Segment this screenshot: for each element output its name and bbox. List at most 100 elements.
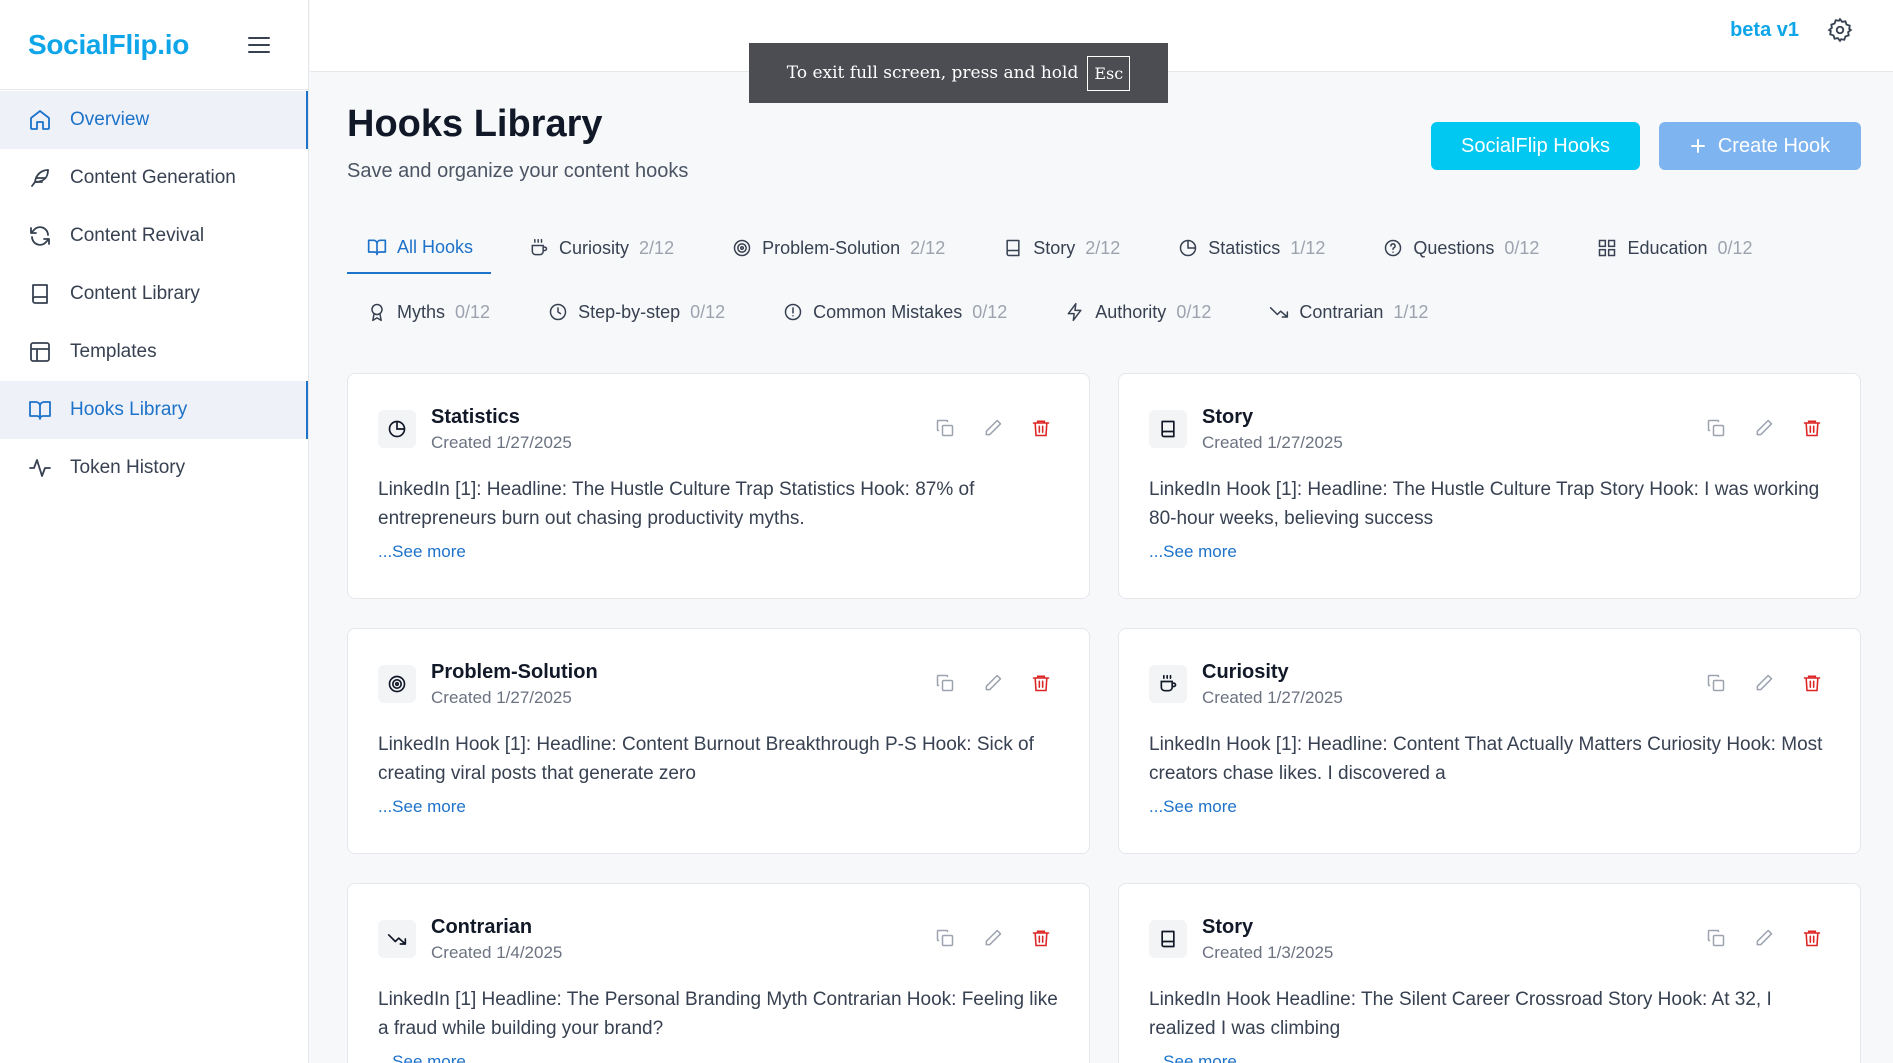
activity-icon [28,456,52,480]
tab-statistics[interactable]: Statistics 1/12 [1178,222,1325,274]
sidebar-item-label: Overview [70,109,150,130]
book-icon [1003,238,1023,258]
tab-step-by-step[interactable]: Step-by-step 0/12 [548,286,725,338]
tab-label: Common Mistakes [813,301,963,322]
edit-pencil-icon[interactable] [1754,673,1774,693]
sidebar-item-label: Templates [70,341,157,362]
delete-trash-icon[interactable] [1031,928,1051,948]
hook-created-date: Created 1/3/2025 [1202,943,1334,962]
hook-created-date: Created 1/27/2025 [431,433,572,452]
see-more-link[interactable]: ...See more [378,797,466,817]
target-icon [732,238,752,258]
sidebar-item-token-history[interactable]: Token History [0,439,308,497]
coffee-icon [1149,665,1187,703]
hook-type-title: Story [1202,916,1254,938]
tab-all-hooks[interactable]: All Hooks [347,222,492,274]
edit-pencil-icon[interactable] [983,928,1003,948]
gear-icon[interactable] [1827,17,1853,43]
sidebar-item-label: Content Generation [70,167,236,188]
tab-story[interactable]: Story 2/12 [1003,222,1120,274]
target-icon [378,665,416,703]
app-logo[interactable]: SocialFlip.io [28,29,189,61]
tab-common-mistakes[interactable]: Common Mistakes 0/12 [783,286,1007,338]
tab-curiosity[interactable]: Curiosity 2/12 [529,222,674,274]
sidebar-item-overview[interactable]: Overview [0,91,308,149]
hook-text: LinkedIn Hook [1]: Headline: Content Tha… [1149,734,1823,784]
tab-count: 0/12 [1176,301,1212,322]
tab-count: 0/12 [972,301,1008,322]
hook-created-date: Created 1/27/2025 [1202,433,1343,452]
sidebar-item-templates[interactable]: Templates [0,323,308,381]
see-more-link[interactable]: ...See more [1149,797,1237,817]
hook-category-tabs-row-2: Myths 0/12 Step-by-step 0/12 Common Mist… [347,286,1428,338]
see-more-link[interactable]: ...See more [1149,1052,1237,1063]
fullscreen-banner-text: To exit full screen, press and hold [786,63,1079,83]
delete-trash-icon[interactable] [1802,418,1822,438]
hook-text: LinkedIn [1] Headline: The Personal Bran… [378,989,1058,1039]
copy-icon[interactable] [935,928,955,948]
sidebar-item-content-library[interactable]: Content Library [0,265,308,323]
tab-count: 2/12 [910,237,946,258]
tab-education[interactable]: Education 0/12 [1597,222,1753,274]
tab-myths[interactable]: Myths 0/12 [367,286,490,338]
tab-count: 0/12 [1504,237,1540,258]
book-icon [1149,410,1187,448]
tab-count: 0/12 [455,301,491,322]
tab-label: Step-by-step [578,301,681,322]
copy-icon[interactable] [935,673,955,693]
layout-icon [28,340,52,364]
create-hook-button[interactable]: Create Hook [1659,122,1861,170]
trending-down-icon [378,920,416,958]
edit-pencil-icon[interactable] [1754,928,1774,948]
delete-trash-icon[interactable] [1031,673,1051,693]
copy-icon[interactable] [1706,928,1726,948]
see-more-link[interactable]: ...See more [378,542,466,562]
book-icon [28,282,52,306]
tab-contrarian[interactable]: Contrarian 1/12 [1269,286,1428,338]
hook-type-title: Curiosity [1202,661,1289,683]
copy-icon[interactable] [1706,673,1726,693]
sidebar-item-label: Hooks Library [70,399,188,420]
edit-pencil-icon[interactable] [983,673,1003,693]
tab-authority[interactable]: Authority 0/12 [1065,286,1211,338]
hook-text: LinkedIn Hook [1]: Headline: The Hustle … [1149,479,1820,529]
edit-pencil-icon[interactable] [983,418,1003,438]
hook-actions [935,928,1051,948]
hook-type-title: Problem-Solution [431,661,598,683]
edit-pencil-icon[interactable] [1754,418,1774,438]
see-more-link[interactable]: ...See more [378,1052,466,1063]
see-more-link[interactable]: ...See more [1149,542,1237,562]
hook-type-title: Contrarian [431,916,533,938]
create-hook-label: Create Hook [1717,134,1831,157]
open-book-icon [28,398,52,422]
hook-created-date: Created 1/4/2025 [431,943,563,962]
hook-actions [1706,418,1822,438]
tab-questions[interactable]: Questions 0/12 [1383,222,1539,274]
fullscreen-exit-banner: To exit full screen, press and hold Esc [749,43,1168,103]
sidebar-item-content-generation[interactable]: Content Generation [0,149,308,207]
hook-text: LinkedIn Hook [1]: Headline: Content Bur… [378,734,1034,784]
hook-type-title: Statistics [431,406,520,428]
sidebar-item-label: Content Library [70,283,200,304]
socialflip-hooks-label: SocialFlip Hooks [1461,134,1610,157]
hamburger-menu-icon[interactable] [248,36,270,54]
plus-icon [1690,138,1706,154]
hook-card: Curiosity Created 1/27/2025 LinkedIn Hoo… [1118,628,1861,854]
sidebar-item-hooks-library[interactable]: Hooks Library [0,381,308,439]
delete-trash-icon[interactable] [1802,673,1822,693]
copy-icon[interactable] [1706,418,1726,438]
delete-trash-icon[interactable] [1802,928,1822,948]
sidebar-item-content-revival[interactable]: Content Revival [0,207,308,265]
tab-count: 1/12 [1290,237,1326,258]
tab-count: 0/12 [690,301,726,322]
socialflip-hooks-button[interactable]: SocialFlip Hooks [1431,122,1640,170]
hook-card: Story Created 1/27/2025 LinkedIn Hook [1… [1118,373,1861,599]
tab-label: Statistics [1208,237,1281,258]
tab-problem-solution[interactable]: Problem-Solution 2/12 [732,222,945,274]
copy-icon[interactable] [935,418,955,438]
hook-actions [935,673,1051,693]
hook-type-title: Story [1202,406,1254,428]
delete-trash-icon[interactable] [1031,418,1051,438]
book-icon [1149,920,1187,958]
award-icon [367,302,387,322]
